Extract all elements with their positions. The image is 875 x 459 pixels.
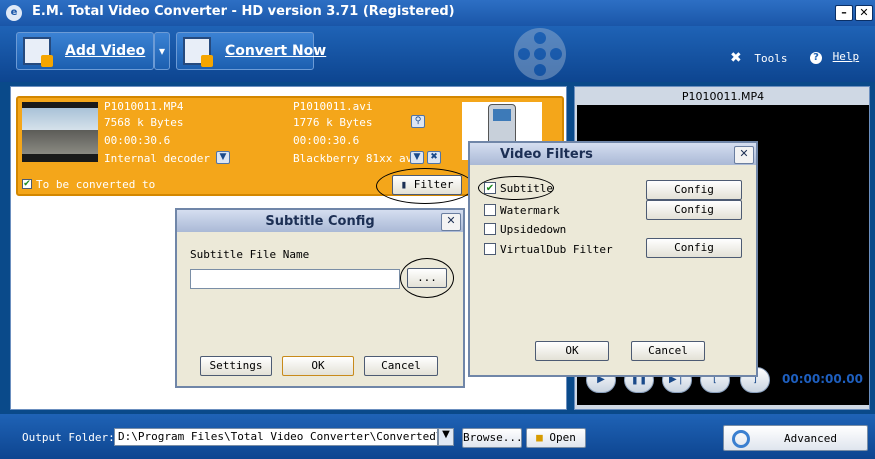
virtualdub-config-button[interactable]: Config — [646, 238, 742, 258]
open-label: Open — [549, 431, 576, 444]
virtualdub-filter-checkbox[interactable] — [484, 243, 496, 255]
tools-icon: ✖ — [730, 50, 742, 66]
app-icon[interactable]: e — [6, 5, 22, 21]
profile-dropdown-icon[interactable]: ▼ — [410, 151, 424, 164]
subtitle-file-name-label: Subtitle File Name — [190, 248, 310, 261]
add-video-label: Add Video — [65, 43, 146, 59]
source-file-size: 7568 k Bytes — [104, 116, 184, 129]
subtitle-highlight-ellipse — [478, 176, 554, 200]
browse-button[interactable]: Browse... — [462, 428, 523, 448]
help-label: Help — [832, 50, 860, 63]
browse-highlight-ellipse — [400, 258, 454, 298]
open-button[interactable]: ■ Open — [526, 428, 586, 448]
film-reel-icon — [514, 28, 566, 80]
video-thumbnail — [22, 102, 98, 162]
subtitle-dialog-titlebar: Subtitle Config ✕ — [177, 210, 463, 232]
tools-label: Tools — [754, 52, 788, 65]
window-title: E.M. Total Video Converter - HD version … — [32, 4, 455, 19]
filters-ok-button[interactable]: OK — [535, 341, 609, 361]
convert-now-button[interactable]: Convert Now — [176, 32, 326, 70]
add-video-dropdown-button[interactable]: ▾ — [154, 32, 170, 70]
target-duration: 00:00:30.6 — [293, 134, 360, 147]
watermark-config-button[interactable]: Config — [646, 200, 742, 220]
preview-timecode: 00:00:00.00 — [782, 372, 863, 386]
subtitle-config-button[interactable]: Config — [646, 180, 742, 200]
add-video-button[interactable]: Add Video — [16, 32, 154, 70]
toolbar: Add Video ▾ Convert Now ✖ Tools ? Help — [0, 26, 875, 82]
virtualdub-filter-label: VirtualDub Filter — [500, 243, 613, 256]
upsidedown-filter-checkbox[interactable] — [484, 223, 496, 235]
title-bar: e E.M. Total Video Converter - HD versio… — [0, 0, 875, 26]
help-icon: ? — [810, 52, 822, 64]
filter-highlight-ellipse — [376, 168, 474, 204]
subtitle-cancel-button[interactable]: Cancel — [364, 356, 438, 376]
subtitle-file-input[interactable] — [190, 269, 400, 289]
output-folder-dropdown-icon[interactable]: ▼ — [438, 428, 454, 446]
subtitle-dialog-title: Subtitle Config — [265, 214, 375, 229]
advanced-label: Advanced — [784, 432, 837, 445]
folder-icon: ■ — [536, 431, 543, 444]
search-icon[interactable]: ⚲ — [411, 115, 425, 128]
decoder-label: Internal decoder — [104, 152, 210, 165]
source-file-name: P1010011.MP4 — [104, 100, 184, 113]
filters-cancel-button[interactable]: Cancel — [631, 341, 705, 361]
watermark-filter-label: Watermark — [500, 204, 560, 217]
preview-title: P1010011.MP4 — [681, 90, 765, 103]
close-icon[interactable]: ✕ — [441, 213, 461, 231]
source-duration: 00:00:30.6 — [104, 134, 171, 147]
output-folder-label: Output Folder: — [22, 431, 115, 444]
tools-menu[interactable]: ✖ Tools — [730, 50, 787, 66]
output-folder-field[interactable]: D:\Program Files\Total Video Converter\C… — [114, 428, 438, 446]
close-icon[interactable]: ✕ — [734, 146, 754, 164]
convert-icon — [183, 37, 213, 67]
help-menu[interactable]: ? Help — [810, 50, 859, 64]
target-profile: Blackberry 81xx avi — [293, 152, 419, 165]
minimize-button[interactable]: – — [835, 5, 853, 21]
to-be-converted-checkbox[interactable]: ✔ — [22, 179, 32, 189]
subtitle-ok-button[interactable]: OK — [282, 356, 354, 376]
settings-button[interactable]: Settings — [200, 356, 272, 376]
decoder-dropdown-icon[interactable]: ▼ — [216, 151, 230, 164]
advanced-button[interactable]: Advanced — [723, 425, 868, 451]
refresh-icon — [732, 430, 750, 448]
target-file-name: P1010011.avi — [293, 100, 373, 113]
close-window-button[interactable]: ✕ — [855, 5, 873, 21]
target-file-size: 1776 k Bytes — [293, 116, 373, 129]
filters-dialog-titlebar: Video Filters ✕ — [470, 143, 756, 165]
convert-now-label: Convert Now — [225, 43, 327, 59]
upsidedown-filter-label: Upsidedown — [500, 223, 567, 236]
to-be-converted-label: To be converted to — [36, 178, 156, 191]
watermark-filter-checkbox[interactable] — [484, 204, 496, 216]
add-video-icon — [23, 37, 53, 67]
filters-dialog-title: Video Filters — [500, 147, 593, 162]
profile-settings-icon[interactable]: ✖ — [427, 151, 441, 164]
